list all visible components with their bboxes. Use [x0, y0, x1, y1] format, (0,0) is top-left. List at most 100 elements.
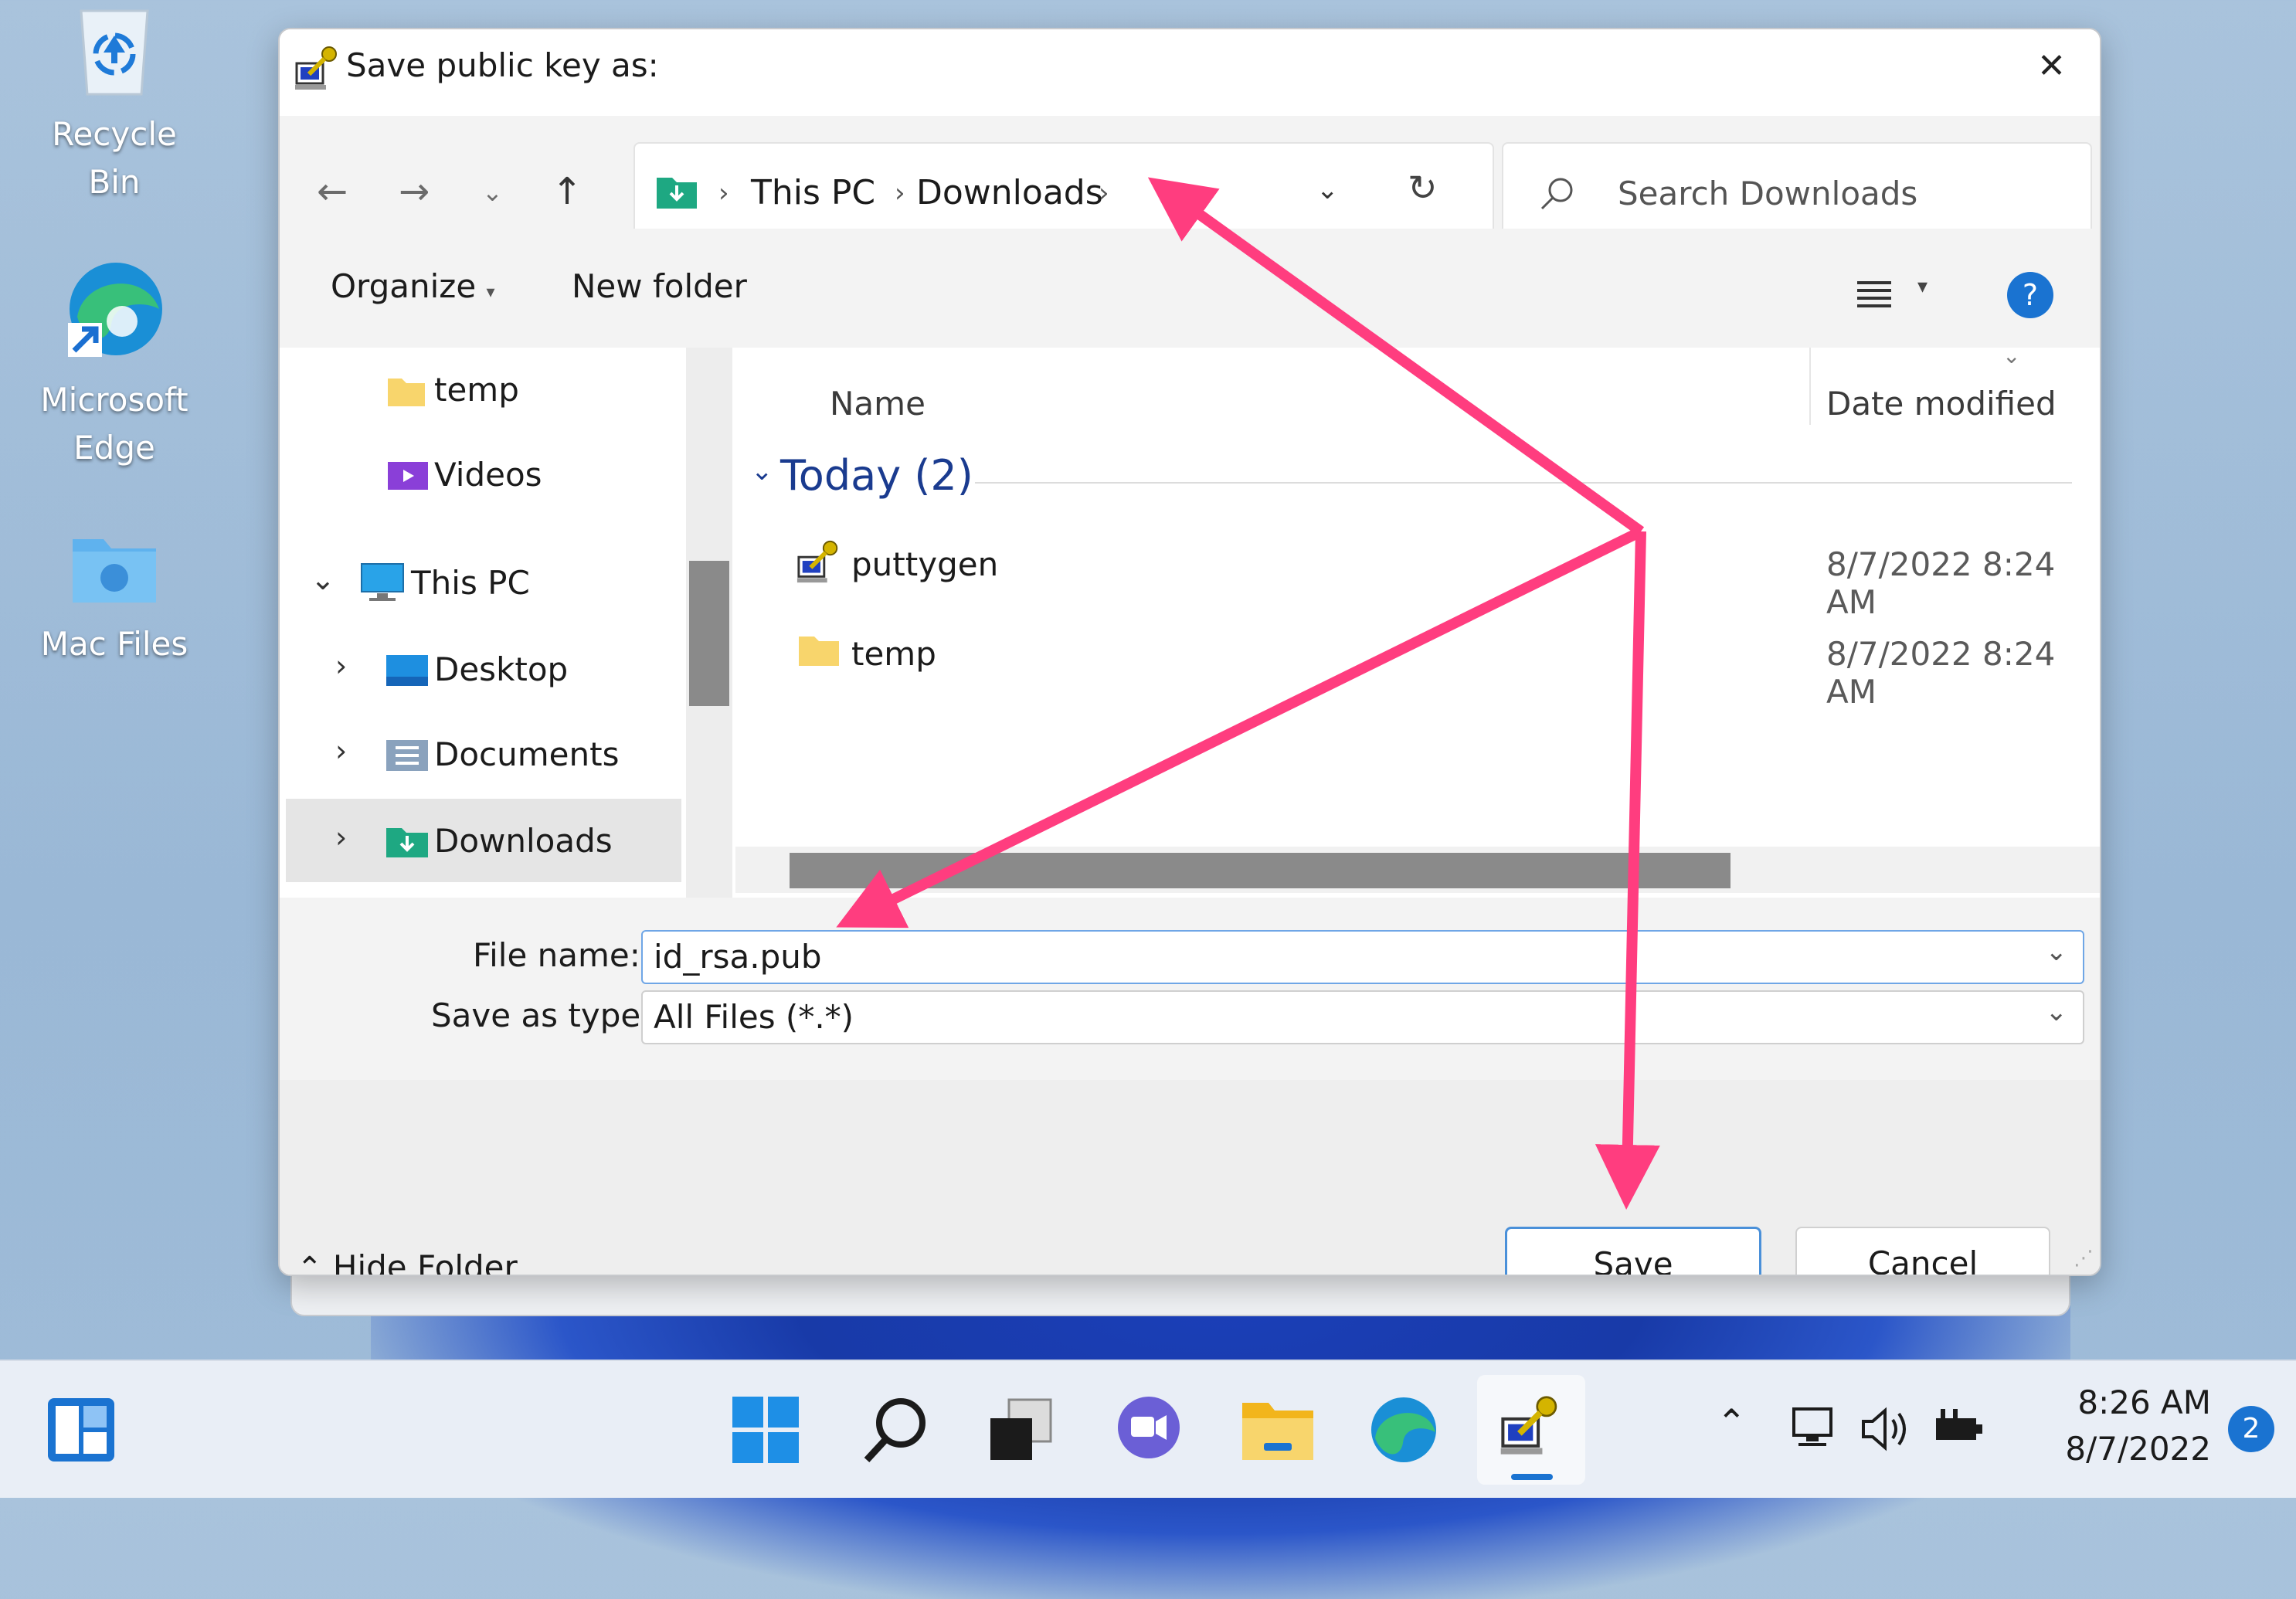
- view-options-icon[interactable]: ▾: [1917, 275, 1927, 298]
- breadcrumb-this-pc[interactable]: This PC: [751, 173, 875, 212]
- chevron-expanded-icon[interactable]: ⌄: [311, 562, 335, 596]
- nav-item-label: Downloads: [434, 822, 613, 860]
- nav-item-videos[interactable]: Videos: [280, 433, 681, 516]
- group-collapse-icon[interactable]: ⌄: [751, 456, 773, 487]
- nav-item-label: Desktop: [434, 650, 569, 688]
- downloads-folder-icon: [386, 828, 428, 857]
- puttygen-icon: [295, 46, 337, 90]
- taskbar-active-app[interactable]: [1477, 1375, 1585, 1485]
- search-placeholder: Search Downloads: [1618, 175, 1918, 212]
- title-bar: Save public key as: ✕: [280, 29, 2100, 116]
- puttygen-icon: [1500, 1396, 1557, 1455]
- cancel-button[interactable]: Cancel: [1795, 1227, 2050, 1275]
- new-folder-button[interactable]: New folder: [572, 267, 747, 305]
- nav-item-label: temp: [434, 371, 519, 409]
- dialog-title: Save public key as:: [346, 46, 659, 84]
- file-name-value: id_rsa.pub: [654, 938, 822, 976]
- file-name-label: File name:: [473, 936, 640, 974]
- arrow-right-icon[interactable]: →: [399, 170, 430, 213]
- edge-icon: [68, 263, 162, 357]
- file-name-input[interactable]: id_rsa.pub ⌄: [641, 930, 2084, 984]
- group-header-today[interactable]: Today (2): [780, 451, 973, 500]
- file-name: temp: [851, 635, 936, 673]
- chevron-right-icon[interactable]: ›: [335, 820, 347, 854]
- arrow-up-icon[interactable]: ↑: [552, 170, 582, 213]
- command-toolbar: Organize ▾ New folder ▾ ?: [280, 229, 2100, 348]
- chevron-up-icon[interactable]: ⌃: [1717, 1401, 1747, 1443]
- desktop-icon-label: Recycle Bin: [52, 115, 177, 201]
- group-divider: [975, 482, 2072, 484]
- nav-item-documents[interactable]: › Documents: [280, 712, 681, 796]
- network-icon[interactable]: [1791, 1404, 1840, 1454]
- close-icon[interactable]: ✕: [2037, 46, 2066, 86]
- file-date: 8/7/2022 8:24 AM: [1826, 545, 2056, 621]
- widgets-icon[interactable]: [46, 1397, 116, 1463]
- desktop-icon-label-text: Microsoft Edge: [40, 381, 189, 467]
- file-explorer-icon[interactable]: [1241, 1395, 1315, 1465]
- active-indicator: [1511, 1474, 1553, 1480]
- file-row[interactable]: temp 8/7/2022 8:24 AM File folde: [735, 612, 2100, 711]
- clock-date: 8/7/2022: [2065, 1430, 2211, 1468]
- view-list-icon[interactable]: [1856, 280, 1893, 311]
- start-icon[interactable]: [731, 1395, 800, 1465]
- desktop-icon-label: Mac Files: [40, 625, 189, 663]
- folder-icon: [388, 379, 425, 406]
- column-name[interactable]: Name: [830, 385, 926, 423]
- save-type-select[interactable]: All Files (*.*) ⌄: [641, 990, 2084, 1044]
- nav-item-label: This PC: [411, 564, 530, 602]
- desktop-icon-edge[interactable]: Microsoft Edge: [29, 255, 199, 472]
- sort-indicator-icon: ⌄: [2002, 343, 2021, 368]
- horizontal-scrollbar-thumb[interactable]: [790, 853, 1730, 888]
- hide-folder-label: Hide Folder: [332, 1248, 518, 1276]
- mac-folder-icon: [73, 539, 156, 603]
- resize-grip-icon[interactable]: ⋰: [2074, 1247, 2094, 1270]
- nav-item-temp[interactable]: temp: [280, 348, 681, 431]
- file-name: puttygen: [851, 545, 999, 583]
- chevron-down-icon[interactable]: ⌄: [482, 178, 503, 207]
- nav-item-this-pc[interactable]: ⌄ This PC: [280, 541, 681, 624]
- desktop-icon-recycle-bin[interactable]: Recycle Bin: [29, 5, 199, 206]
- chevron-right-icon[interactable]: ›: [335, 649, 347, 683]
- chevron-down-icon[interactable]: ⌄: [2046, 936, 2068, 967]
- help-icon[interactable]: ?: [2007, 272, 2053, 318]
- recycle-bin-icon: [80, 9, 149, 96]
- desktop-folder-icon: [386, 655, 428, 686]
- task-view-icon[interactable]: [986, 1395, 1055, 1465]
- nav-item-downloads[interactable]: › Downloads: [286, 799, 681, 882]
- downloads-folder-icon: [657, 178, 697, 209]
- folder-icon: [799, 637, 839, 666]
- edge-icon[interactable]: [1369, 1395, 1438, 1465]
- address-dropdown-icon[interactable]: ⌄: [1316, 175, 1339, 205]
- caret-down-icon: ▾: [486, 283, 495, 302]
- dialog-footer: ⌃ Hide Folder Save Cancel ⋰: [280, 1080, 2100, 1275]
- chevron-right-icon[interactable]: ›: [335, 734, 347, 768]
- search-icon[interactable]: [861, 1395, 930, 1465]
- hide-folder-button[interactable]: ⌃ Hide Folder: [297, 1248, 518, 1276]
- desktop-icon-label: Microsoft Edge: [29, 376, 199, 472]
- save-dialog: Save public key as: ✕ ← → ⌄ ↑ › This PC …: [278, 28, 2101, 1276]
- taskbar: ⌃ 8:26 AM 8/7/2022 2: [0, 1360, 2296, 1498]
- documents-folder-icon: [386, 740, 428, 771]
- save-button[interactable]: Save: [1505, 1227, 1761, 1275]
- clock[interactable]: 8:26 AM 8/7/2022: [2065, 1380, 2211, 1472]
- save-options-panel: File name: id_rsa.pub ⌄ Save as type: Al…: [280, 898, 2100, 1080]
- organize-button[interactable]: Organize ▾: [331, 267, 495, 305]
- refresh-icon[interactable]: ↻: [1408, 167, 1438, 209]
- chat-icon[interactable]: [1114, 1395, 1184, 1465]
- chevron-down-icon[interactable]: ⌄: [2046, 996, 2068, 1027]
- file-row[interactable]: puttygen 8/7/2022 8:24 AM Applicati: [735, 522, 2100, 621]
- breadcrumb-downloads[interactable]: Downloads: [916, 173, 1103, 212]
- nav-item-desktop[interactable]: › Desktop: [280, 627, 681, 711]
- arrow-left-icon[interactable]: ←: [317, 170, 348, 213]
- volume-icon[interactable]: [1859, 1404, 1910, 1454]
- notification-badge[interactable]: 2: [2228, 1406, 2274, 1452]
- breadcrumb-separator: ›: [895, 178, 905, 209]
- battery-icon[interactable]: [1931, 1407, 1985, 1451]
- chevron-up-icon: ⌃: [297, 1251, 323, 1276]
- nav-scrollbar-thumb[interactable]: [689, 561, 729, 706]
- desktop-icon-mac-files[interactable]: Mac Files: [29, 522, 199, 668]
- column-date-modified[interactable]: Date modified: [1826, 385, 2057, 423]
- breadcrumb-separator: ›: [1099, 178, 1109, 209]
- videos-folder-icon: [388, 462, 428, 490]
- search-icon: [1540, 178, 1573, 210]
